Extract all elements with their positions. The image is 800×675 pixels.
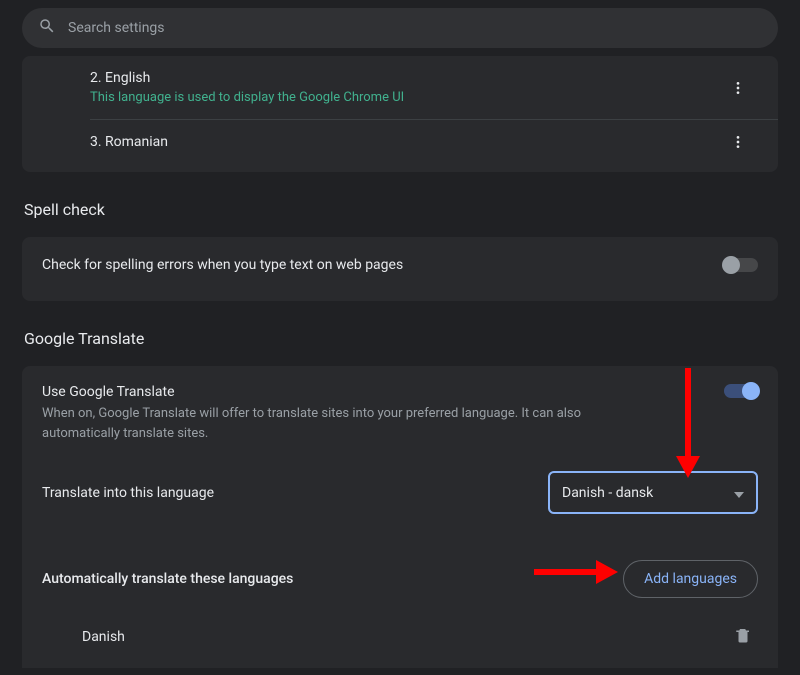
spellcheck-toggle[interactable] (724, 258, 758, 272)
language-row-english: 2. English This language is used to disp… (90, 56, 778, 119)
auto-translate-label: Automatically translate these languages (42, 571, 623, 587)
use-translate-toggle[interactable] (724, 384, 758, 398)
language-menu-romanian[interactable] (718, 134, 758, 150)
remove-language-button[interactable] (734, 626, 752, 648)
spellcheck-card: Check for spelling errors when you type … (22, 237, 778, 301)
search-settings-bar[interactable]: Search settings (22, 8, 778, 48)
auto-language-row-danish: Danish (42, 616, 758, 658)
translate-into-dropdown[interactable]: Danish - dansk (548, 471, 758, 514)
translate-section-title: Google Translate (24, 329, 778, 348)
search-placeholder: Search settings (68, 20, 762, 36)
language-name: 2. English (90, 70, 718, 86)
translate-card: Use Google Translate When on, Google Tra… (22, 366, 778, 668)
language-menu-english[interactable] (718, 80, 758, 96)
use-translate-desc: When on, Google Translate will offer to … (42, 404, 602, 443)
add-languages-button[interactable]: Add languages (623, 560, 758, 598)
chevron-down-icon (734, 483, 744, 502)
translate-into-value: Danish - dansk (562, 485, 653, 501)
language-name: 3. Romanian (90, 134, 718, 150)
spellcheck-label: Check for spelling errors when you type … (42, 257, 724, 273)
use-translate-label: Use Google Translate (42, 384, 724, 400)
search-icon (38, 17, 56, 39)
language-row-romanian: 3. Romanian (90, 119, 778, 164)
language-subtext: This language is used to display the Goo… (90, 90, 718, 105)
spellcheck-section-title: Spell check (24, 200, 778, 219)
translate-into-label: Translate into this language (42, 485, 548, 501)
languages-card: 2. English This language is used to disp… (22, 56, 778, 172)
auto-language-name: Danish (82, 629, 734, 645)
